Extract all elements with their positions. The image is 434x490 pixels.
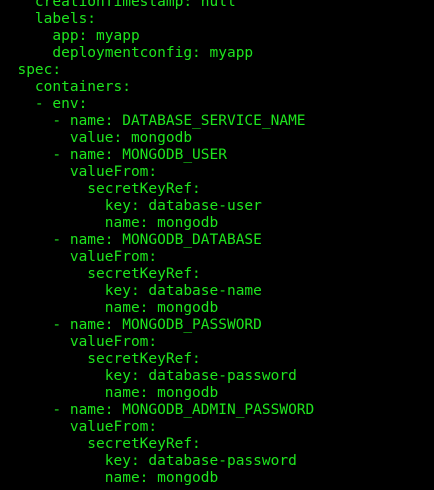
terminal-line: app: myapp — [0, 28, 140, 44]
terminal-line: spec: — [0, 62, 62, 78]
terminal-line: - name: MONGODB_ADMIN_PASSWORD — [0, 402, 315, 418]
terminal-line: - name: MONGODB_USER — [0, 147, 227, 163]
terminal-line: key: database-password — [0, 368, 297, 384]
terminal-line: secretKeyRef: — [0, 266, 201, 282]
terminal-line: name: mongodb — [0, 215, 219, 231]
terminal-line: creationTimestamp: null — [0, 0, 236, 10]
terminal-line: valueFrom: — [0, 164, 158, 180]
terminal-line: key: database-name — [0, 283, 262, 299]
terminal-line: - name: DATABASE_SERVICE_NAME — [0, 113, 306, 129]
terminal-line: labels: — [0, 11, 97, 27]
terminal-line: name: mongodb — [0, 300, 219, 316]
terminal-line: - name: MONGODB_PASSWORD — [0, 317, 262, 333]
terminal-line: name: mongodb — [0, 385, 219, 401]
terminal-output: creationTimestamp: null labels: app: mya… — [0, 0, 434, 490]
terminal-line: containers: — [0, 79, 131, 95]
terminal-line: valueFrom: — [0, 419, 158, 435]
terminal-line: secretKeyRef: — [0, 181, 201, 197]
terminal-line: name: mongodb — [0, 470, 219, 486]
terminal-line: - name: MONGODB_DATABASE — [0, 232, 262, 248]
terminal-line: key: database-user — [0, 198, 262, 214]
terminal-line: valueFrom: — [0, 334, 158, 350]
terminal-line: - env: — [0, 96, 88, 112]
terminal-line: key: database-password — [0, 453, 297, 469]
terminal-line: value: mongodb — [0, 130, 193, 146]
terminal-line: secretKeyRef: — [0, 436, 201, 452]
terminal-line: deploymentconfig: myapp — [0, 45, 254, 61]
terminal-line: valueFrom: — [0, 249, 158, 265]
terminal-line: secretKeyRef: — [0, 351, 201, 367]
